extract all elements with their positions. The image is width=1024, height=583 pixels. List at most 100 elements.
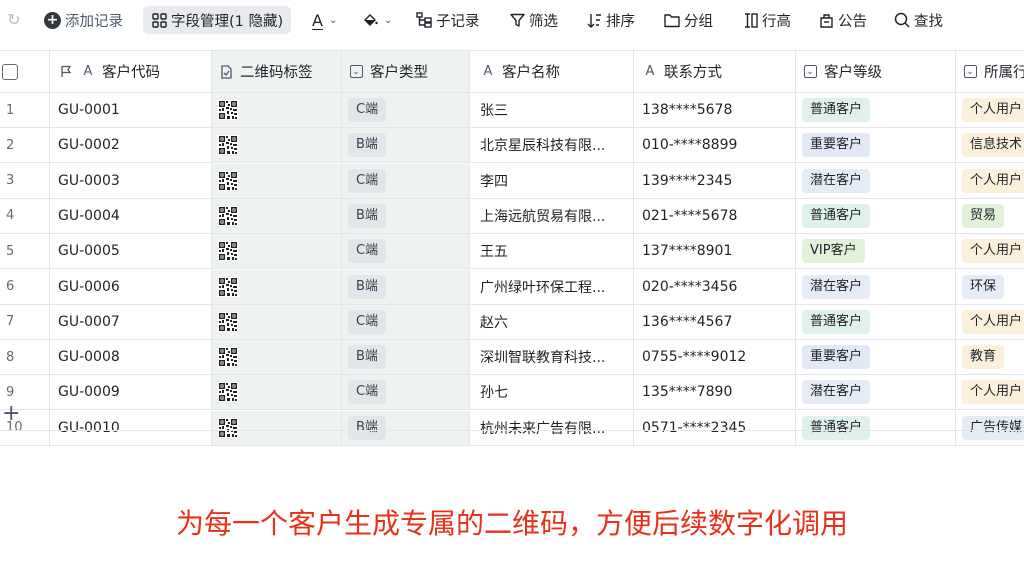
- cell-contact[interactable]: 0755-****9012: [634, 340, 796, 375]
- add-row-button[interactable]: +: [0, 396, 50, 431]
- row-number-cell[interactable]: 5: [0, 234, 50, 269]
- customer-level-tag: 潜在客户: [802, 274, 871, 299]
- cell-industry[interactable]: 教育: [956, 340, 1024, 374]
- cell-level[interactable]: 普通客户: [796, 198, 956, 233]
- cell-contact[interactable]: 139****2345: [634, 163, 796, 198]
- cell-name[interactable]: 赵六: [470, 304, 634, 339]
- cell-contact[interactable]: 137****8901: [634, 234, 796, 269]
- sub-record-button[interactable]: 子记录: [412, 6, 484, 34]
- add-row-area[interactable]: [50, 396, 1024, 431]
- cell-industry[interactable]: 信息技术: [956, 128, 1024, 162]
- column-header-code[interactable]: A 客户代码: [50, 51, 212, 92]
- cell-type[interactable]: C端: [342, 234, 470, 269]
- cell-code[interactable]: GU-0002: [50, 128, 212, 163]
- cell-name[interactable]: 深圳智联教育科技...: [470, 340, 634, 375]
- row-number-cell[interactable]: 1: [0, 93, 50, 127]
- column-header-name[interactable]: A 客户名称: [470, 51, 634, 92]
- cell-industry[interactable]: 个人用户: [956, 234, 1024, 268]
- add-record-button[interactable]: + 添加记录: [40, 6, 127, 34]
- cell-type[interactable]: C端: [342, 93, 470, 127]
- cell-industry[interactable]: 贸易: [956, 199, 1024, 233]
- cell-level[interactable]: VIP客户: [796, 234, 956, 269]
- cell-type[interactable]: B端: [342, 269, 470, 304]
- cell-qr[interactable]: [212, 269, 342, 304]
- qr-code-icon: [218, 135, 238, 156]
- cell-qr[interactable]: [212, 234, 342, 269]
- cell-code[interactable]: GU-0006: [50, 269, 212, 304]
- cell-contact[interactable]: 138****5678: [634, 93, 796, 127]
- cell-code[interactable]: GU-0007: [50, 304, 212, 339]
- select-all-cell[interactable]: [0, 51, 50, 92]
- field-manage-button[interactable]: 字段管理(1 隐藏): [143, 6, 292, 34]
- cell-level[interactable]: 普通客户: [796, 93, 956, 127]
- cell-code[interactable]: GU-0003: [50, 163, 212, 198]
- row-number-cell[interactable]: 7: [0, 304, 50, 339]
- cell-code[interactable]: GU-0005: [50, 234, 212, 269]
- cell-level[interactable]: 普通客户: [796, 304, 956, 339]
- sort-button[interactable]: 排序: [582, 6, 639, 34]
- row-number-cell[interactable]: 4: [0, 198, 50, 233]
- group-button[interactable]: 分组: [660, 6, 717, 34]
- cell-contact[interactable]: 136****4567: [634, 304, 796, 339]
- cell-level[interactable]: 潜在客户: [796, 163, 956, 198]
- select-all-checkbox[interactable]: [2, 63, 18, 80]
- cell-contact[interactable]: 010-****8899: [634, 128, 796, 163]
- table-row[interactable]: 3 GU-0003 C端 李四 139****2345 潜在客户 个人用户: [0, 163, 1024, 199]
- table-row[interactable]: 5 GU-0005 C端 王五 137****8901 VIP客户 个人用户: [0, 234, 1024, 270]
- row-number-cell[interactable]: 6: [0, 269, 50, 304]
- filter-button[interactable]: 筛选: [505, 6, 562, 34]
- table-row[interactable]: 7 GU-0007 C端 赵六 136****4567 普通客户 个人用户: [0, 304, 1024, 340]
- table-row[interactable]: 8 GU-0008 B端 深圳智联教育科技... 0755-****9012 重…: [0, 340, 1024, 376]
- cell-type[interactable]: B端: [342, 198, 470, 233]
- table-row[interactable]: 6 GU-0006 B端 广州绿叶环保工程... 020-****3456 潜在…: [0, 269, 1024, 305]
- column-header-name-label: 客户名称: [502, 65, 560, 81]
- column-header-type[interactable]: ⌄ 客户类型: [342, 51, 470, 92]
- cell-name[interactable]: 王五: [470, 234, 634, 269]
- cell-code[interactable]: GU-0008: [50, 340, 212, 375]
- column-header-industry[interactable]: ⌄ 所属行: [956, 51, 1024, 92]
- customer-level-tag: 潜在客户: [802, 168, 871, 193]
- search-button[interactable]: 查找: [890, 6, 947, 34]
- cell-name[interactable]: 李四: [470, 163, 634, 198]
- cell-qr[interactable]: [212, 340, 342, 375]
- table-row[interactable]: 1 GU-0001 C端 张三 138****5678 普通客户 个人用户: [0, 93, 1024, 128]
- cell-code[interactable]: GU-0001: [50, 93, 212, 127]
- cell-name[interactable]: 北京星辰科技有限...: [470, 128, 634, 163]
- cell-qr[interactable]: [212, 128, 342, 163]
- redo-icon[interactable]: ↻: [4, 10, 24, 30]
- cell-qr[interactable]: [212, 163, 342, 198]
- filter-icon: [509, 12, 525, 28]
- row-number-cell[interactable]: 3: [0, 163, 50, 198]
- cell-type[interactable]: C端: [342, 304, 470, 339]
- notice-button[interactable]: 公告: [814, 6, 871, 34]
- cell-code[interactable]: GU-0004: [50, 198, 212, 233]
- cell-industry[interactable]: 个人用户: [956, 93, 1024, 127]
- cell-type[interactable]: B端: [342, 340, 470, 375]
- table-row[interactable]: 2 GU-0002 B端 北京星辰科技有限... 010-****8899 重要…: [0, 128, 1024, 164]
- column-header-contact[interactable]: A 联系方式: [634, 51, 796, 92]
- cell-name[interactable]: 张三: [470, 93, 634, 127]
- cell-level[interactable]: 重要客户: [796, 340, 956, 375]
- row-number-cell[interactable]: 8: [0, 340, 50, 375]
- font-color-button[interactable]: A ⌄: [308, 6, 341, 34]
- cell-level[interactable]: 潜在客户: [796, 269, 956, 304]
- column-header-level[interactable]: ⌄ 客户等级: [796, 51, 956, 92]
- cell-contact[interactable]: 020-****3456: [634, 269, 796, 304]
- cell-type[interactable]: B端: [342, 128, 470, 163]
- table-row[interactable]: 4 GU-0004 B端 上海远航贸易有限... 021-****5678 普通…: [0, 198, 1024, 234]
- cell-industry[interactable]: 个人用户: [956, 305, 1024, 339]
- cell-industry[interactable]: 个人用户: [956, 164, 1024, 198]
- cell-name[interactable]: 广州绿叶环保工程...: [470, 269, 634, 304]
- row-number-cell[interactable]: 2: [0, 128, 50, 163]
- cell-name[interactable]: 上海远航贸易有限...: [470, 198, 634, 233]
- column-header-qr[interactable]: 二维码标签: [212, 51, 342, 92]
- cell-qr[interactable]: [212, 93, 342, 127]
- fill-color-button[interactable]: ⌄: [358, 6, 396, 34]
- cell-type[interactable]: C端: [342, 163, 470, 198]
- cell-contact[interactable]: 021-****5678: [634, 198, 796, 233]
- cell-industry[interactable]: 环保: [956, 270, 1024, 304]
- cell-level[interactable]: 重要客户: [796, 128, 956, 163]
- row-height-button[interactable]: 行高: [738, 6, 795, 34]
- cell-qr[interactable]: [212, 304, 342, 339]
- cell-qr[interactable]: [212, 198, 342, 233]
